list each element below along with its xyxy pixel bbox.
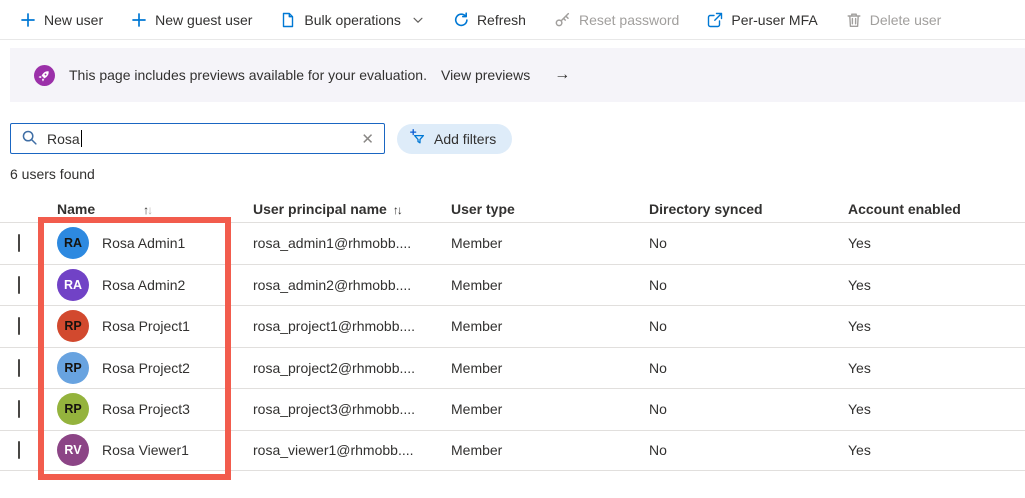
row-checkbox[interactable] bbox=[18, 275, 20, 294]
account-enabled-cell: Yes bbox=[848, 235, 871, 252]
row-checkbox[interactable] bbox=[18, 358, 20, 377]
trash-icon bbox=[846, 12, 862, 28]
account-enabled-cell: Yes bbox=[848, 442, 871, 459]
account-enabled-cell: Yes bbox=[848, 276, 871, 293]
delete-user-button[interactable]: Delete user bbox=[846, 11, 942, 28]
add-filters-button[interactable]: Add filters bbox=[397, 123, 513, 154]
upn-cell: rosa_project3@rhmobb.... bbox=[253, 401, 416, 418]
table-row[interactable]: RA Rosa Admin2 rosa_admin2@rhmobb.... Mem… bbox=[0, 263, 1025, 306]
search-icon bbox=[21, 129, 38, 149]
upn-cell: rosa_project2@rhmobb.... bbox=[253, 359, 416, 376]
preview-banner: This page includes previews available fo… bbox=[10, 48, 1025, 102]
bulk-operations-label: Bulk operations bbox=[304, 11, 401, 28]
user-type-cell: Member bbox=[451, 235, 503, 252]
new-guest-user-label: New guest user bbox=[155, 11, 253, 28]
user-name-link[interactable]: Rosa Viewer1 bbox=[102, 442, 189, 458]
user-name-link[interactable]: Rosa Admin2 bbox=[102, 277, 185, 293]
account-enabled-cell: Yes bbox=[848, 359, 871, 376]
sort-icon: ↑↓ bbox=[392, 202, 403, 217]
new-user-button[interactable]: New user bbox=[20, 12, 103, 28]
column-header-user-type: User type bbox=[451, 200, 515, 217]
filter-bar: Rosa ✕ Add filters bbox=[10, 123, 1025, 154]
banner-text: This page includes previews available fo… bbox=[69, 67, 427, 83]
upn-cell: rosa_admin2@rhmobb.... bbox=[253, 276, 412, 293]
table-row[interactable]: RV Rosa Viewer1 rosa_viewer1@rhmobb.... M… bbox=[0, 429, 1025, 471]
command-bar: New user New guest user Bulk operations … bbox=[0, 0, 1025, 40]
reset-password-label: Reset password bbox=[578, 11, 680, 28]
search-value: Rosa bbox=[47, 130, 80, 147]
upn-cell: rosa_viewer1@rhmobb.... bbox=[253, 442, 414, 459]
table-row[interactable]: RP Rosa Project2 rosa_project2@rhmobb....… bbox=[0, 346, 1025, 389]
clear-search-button[interactable]: ✕ bbox=[359, 130, 376, 148]
chevron-down-icon bbox=[411, 13, 425, 27]
directory-synced-cell: No bbox=[649, 318, 667, 335]
directory-synced-cell: No bbox=[649, 359, 667, 376]
avatar: RA bbox=[57, 227, 89, 260]
user-type-cell: Member bbox=[451, 318, 503, 335]
add-filter-icon bbox=[409, 128, 427, 149]
sort-icon: ↑↓ bbox=[143, 202, 153, 217]
results-count: 6 users found bbox=[10, 166, 95, 182]
user-type-cell: Member bbox=[451, 359, 503, 376]
arrow-right-icon: → bbox=[554, 66, 571, 83]
account-enabled-cell: Yes bbox=[848, 401, 871, 418]
plus-icon bbox=[131, 12, 147, 28]
account-enabled-cell: Yes bbox=[848, 318, 871, 335]
directory-synced-cell: No bbox=[649, 442, 667, 459]
table-header: Name ↑↓ User principal name ↑↓ User type D… bbox=[0, 195, 1025, 222]
refresh-icon bbox=[453, 11, 469, 28]
user-name-link[interactable]: Rosa Project1 bbox=[102, 318, 190, 334]
per-user-mfa-label: Per-user MFA bbox=[731, 11, 818, 28]
document-icon bbox=[280, 12, 296, 28]
directory-synced-cell: No bbox=[649, 235, 667, 252]
directory-synced-cell: No bbox=[649, 276, 667, 293]
reset-password-button[interactable]: Reset password bbox=[554, 11, 679, 28]
user-name-link[interactable]: Rosa Admin1 bbox=[102, 235, 185, 251]
row-checkbox[interactable] bbox=[18, 441, 20, 460]
avatar: RV bbox=[57, 434, 89, 467]
column-header-account-enabled: Account enabled bbox=[848, 200, 961, 217]
avatar: RP bbox=[57, 351, 89, 384]
table-row[interactable]: RA Rosa Admin1 rosa_admin1@rhmobb.... Mem… bbox=[0, 222, 1025, 264]
upn-cell: rosa_admin1@rhmobb.... bbox=[253, 235, 412, 252]
new-guest-user-button[interactable]: New guest user bbox=[131, 12, 252, 28]
user-name-link[interactable]: Rosa Project3 bbox=[102, 401, 190, 417]
plus-icon bbox=[20, 12, 36, 28]
directory-synced-cell: No bbox=[649, 401, 667, 418]
user-name-link[interactable]: Rosa Project2 bbox=[102, 360, 190, 376]
per-user-mfa-button[interactable]: Per-user MFA bbox=[707, 11, 818, 28]
avatar: RA bbox=[57, 268, 89, 301]
avatar: RP bbox=[57, 310, 89, 343]
new-user-label: New user bbox=[44, 11, 104, 28]
delete-user-label: Delete user bbox=[869, 11, 942, 28]
user-type-cell: Member bbox=[451, 442, 503, 459]
row-checkbox[interactable] bbox=[18, 317, 20, 336]
avatar: RP bbox=[57, 393, 89, 426]
refresh-label: Refresh bbox=[476, 11, 526, 28]
external-link-icon bbox=[707, 12, 723, 28]
search-input[interactable]: Rosa ✕ bbox=[10, 123, 385, 154]
row-checkbox[interactable] bbox=[18, 234, 20, 253]
table-row[interactable]: RP Rosa Project1 rosa_project1@rhmobb....… bbox=[0, 305, 1025, 347]
column-header-upn[interactable]: User principal name ↑↓ bbox=[253, 201, 451, 217]
rocket-icon bbox=[34, 64, 55, 86]
users-table: Name ↑↓ User principal name ↑↓ User type D… bbox=[0, 195, 1025, 471]
upn-cell: rosa_project1@rhmobb.... bbox=[253, 318, 416, 335]
key-icon bbox=[554, 11, 571, 28]
column-header-directory-synced: Directory synced bbox=[649, 200, 763, 217]
view-previews-link[interactable]: View previews bbox=[441, 67, 530, 83]
row-checkbox[interactable] bbox=[18, 400, 20, 419]
user-type-cell: Member bbox=[451, 276, 503, 293]
add-filters-label: Add filters bbox=[434, 130, 497, 147]
bulk-operations-button[interactable]: Bulk operations bbox=[280, 12, 425, 28]
table-row[interactable]: RP Rosa Project3 rosa_project3@rhmobb....… bbox=[0, 388, 1025, 430]
column-header-name[interactable]: Name ↑↓ bbox=[57, 201, 253, 217]
refresh-button[interactable]: Refresh bbox=[453, 12, 526, 28]
text-caret bbox=[80, 130, 82, 147]
user-type-cell: Member bbox=[451, 401, 503, 418]
